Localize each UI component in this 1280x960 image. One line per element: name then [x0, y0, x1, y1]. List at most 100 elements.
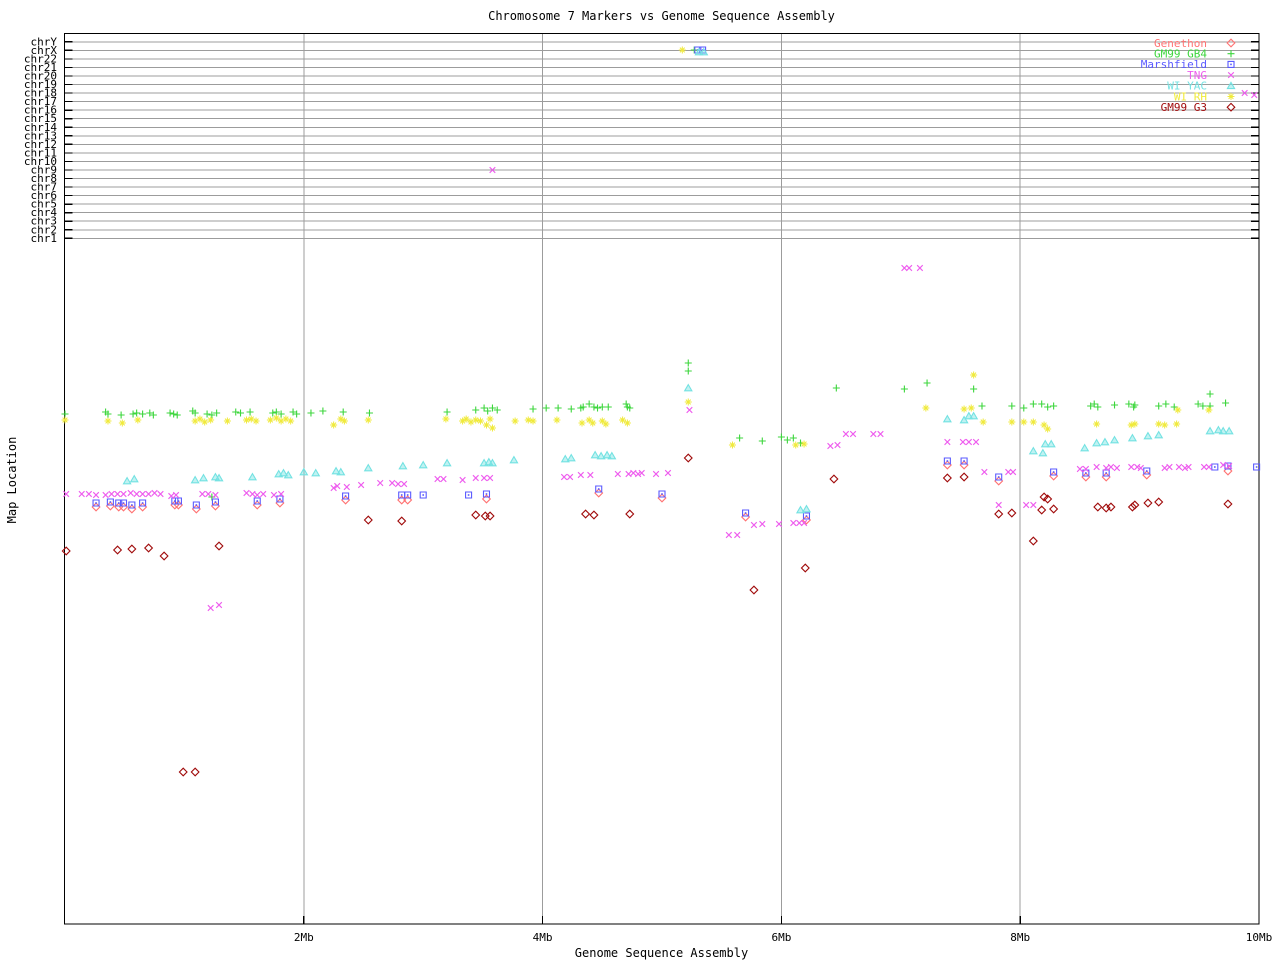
point-gm99-gb4	[170, 410, 178, 418]
point-tng	[995, 501, 1002, 509]
point-wi-rh	[104, 417, 112, 425]
point-gm99-g3	[485, 511, 495, 521]
point-wi-yac	[190, 475, 200, 484]
point-tng	[1166, 463, 1173, 471]
point-tng	[577, 471, 584, 479]
series-tng	[63, 89, 1258, 612]
point-tng	[560, 473, 568, 481]
x-axis-ticks: 2Mb 4Mb 6Mb 8Mb 10Mb	[294, 916, 1272, 944]
point-wi-rh	[201, 418, 209, 426]
point-tng	[459, 476, 466, 484]
point-tng	[85, 490, 93, 498]
point-marshfield	[1211, 463, 1219, 471]
point-tng	[120, 490, 127, 498]
point-tng	[1113, 464, 1121, 472]
point-gm99-g3	[1223, 499, 1233, 509]
legend-marker-gm99-gb4	[1227, 50, 1235, 58]
point-wi-yac	[442, 458, 452, 467]
point-tng	[212, 491, 219, 499]
point-gm99-gb4	[117, 411, 125, 419]
point-gm99-gb4	[900, 385, 908, 393]
point-tng	[486, 474, 494, 482]
point-wi-rh	[967, 404, 975, 412]
point-gm99-g3	[214, 541, 224, 551]
point-tng	[587, 471, 594, 479]
point-tng	[1030, 501, 1037, 509]
point-gm99-gb4	[1029, 400, 1037, 408]
point-gm99-gb4	[529, 405, 537, 413]
point-gm99-g3	[144, 543, 154, 553]
point-tng	[965, 438, 973, 446]
point-wi-yac	[1100, 437, 1110, 446]
point-marshfield	[482, 490, 491, 498]
point-gm99-gb4	[166, 409, 174, 417]
point-wi-rh	[482, 421, 490, 429]
point-tng	[725, 531, 733, 539]
point-gm99-g3	[942, 473, 952, 483]
point-tng	[630, 469, 637, 477]
point-tng	[1076, 465, 1084, 473]
x-tick-label-10Mb: 10Mb	[1246, 931, 1273, 944]
point-gm99-gb4	[567, 405, 575, 413]
chart-window: Chromosome 7 Markers vs Genome Sequence …	[0, 0, 1280, 960]
point-wi-rh	[223, 417, 231, 425]
point-wi-yac	[1046, 439, 1056, 448]
point-gm99-g3	[112, 545, 123, 555]
point-tng	[1022, 501, 1030, 509]
point-tng	[790, 519, 797, 527]
point-tng	[270, 491, 278, 499]
point-gm99-g3	[471, 510, 481, 520]
point-tng	[625, 470, 632, 478]
point-tng	[652, 470, 660, 478]
point-gm99-gb4	[269, 409, 277, 417]
point-wi-rh	[118, 419, 126, 427]
point-wi-yac	[247, 472, 258, 481]
point-gm99-gb4	[1050, 402, 1058, 410]
point-gm99-gb4	[1222, 399, 1230, 407]
point-tng	[92, 491, 100, 499]
point-gm99-gb4	[61, 410, 69, 418]
point-wi-rh	[529, 417, 537, 425]
point-tng	[1161, 464, 1168, 472]
point-tng	[759, 520, 766, 528]
point-wi-rh	[678, 46, 686, 54]
plot-canvas: chrYchrXchr22chr21chr20chr19chr18chr17ch…	[24, 32, 1272, 944]
point-tng	[834, 441, 841, 449]
point-tng	[78, 490, 85, 498]
point-tng	[916, 264, 924, 272]
point-gm99-gb4	[443, 408, 451, 416]
point-tng	[842, 430, 850, 438]
point-tng	[1128, 463, 1135, 471]
point-tng	[260, 490, 267, 498]
point-gm99-gb4	[237, 409, 245, 417]
point-wi-rh	[623, 419, 631, 427]
point-tng	[394, 480, 402, 488]
point-wi-yac	[683, 383, 693, 392]
point-wi-rh	[511, 417, 519, 425]
point-wi-rh	[553, 416, 561, 424]
legend: GenethonGM99 GB4MarshfieldTNGWI YACWI RH…	[1141, 37, 1236, 114]
point-gm99-g3	[1049, 504, 1059, 514]
point-tng	[199, 490, 206, 498]
series-genethon	[91, 460, 1233, 525]
legend-label-gm99-g3: GM99 G3	[1161, 101, 1207, 114]
point-wi-yac	[1127, 433, 1137, 442]
point-wi-yac	[1143, 431, 1153, 440]
point-tng	[133, 490, 140, 498]
series-gm99-g3	[61, 453, 1233, 777]
point-gm99-g3	[1093, 502, 1103, 512]
point-tng	[1200, 463, 1208, 471]
point-gm99-gb4	[758, 437, 766, 445]
point-tng	[566, 473, 574, 481]
point-tng	[145, 490, 152, 498]
point-marshfield	[1224, 462, 1232, 470]
point-wi-rh	[1173, 420, 1181, 428]
legend-marker-genethon	[1226, 38, 1236, 48]
point-gm99-gb4	[970, 385, 978, 393]
point-tng	[434, 475, 441, 483]
point-gm99-gb4	[1206, 390, 1214, 398]
point-gm99-g3	[1007, 508, 1017, 518]
point-gm99-g3	[589, 510, 599, 520]
point-tng	[981, 468, 988, 476]
point-gm99-g3	[1037, 505, 1047, 515]
